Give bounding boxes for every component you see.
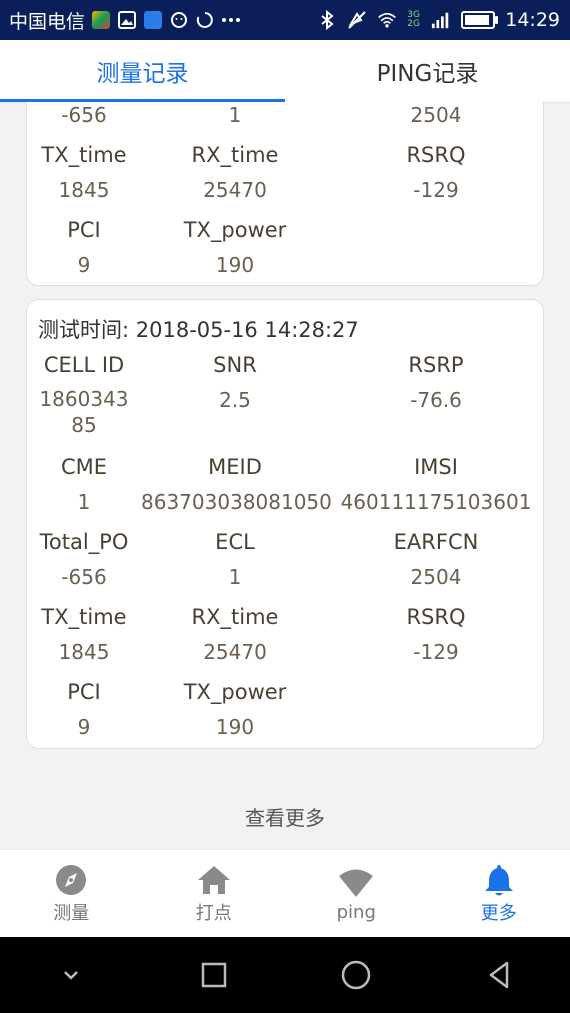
cme-value: 1 <box>77 490 91 514</box>
network-type: 3G 2G <box>407 10 420 29</box>
snr-value: 2.5 <box>219 388 251 412</box>
notification-icon <box>143 10 163 30</box>
rsrp-value: -76.6 <box>410 388 462 412</box>
nav-measure-label: 测量 <box>53 903 90 924</box>
tab-bar: 测量记录 PING记录 <box>0 40 570 103</box>
pci-value: 9 <box>77 715 91 739</box>
cell-id-value: 186034385 <box>39 387 129 437</box>
rsrq-value: -129 <box>413 178 459 202</box>
record-card: -656 1 2504 TX_time RX_time RSRQ 1845 25… <box>26 102 544 286</box>
signal-icon <box>431 10 451 30</box>
back-icon[interactable] <box>483 959 515 991</box>
snr-label: SNR <box>213 353 257 377</box>
battery-icon <box>461 11 499 29</box>
tx-time-label: TX_time <box>41 605 127 629</box>
chevron-down-icon[interactable] <box>55 959 87 991</box>
nav-more-label: 更多 <box>480 903 517 924</box>
total-po-label: Total_PO <box>39 530 129 554</box>
nav-ping-label: ping <box>336 901 376 923</box>
cme-label: CME <box>60 455 108 479</box>
system-nav-bar <box>0 937 570 1013</box>
clock: 14:29 <box>505 9 560 31</box>
tx-time-value: 1845 <box>58 640 110 664</box>
tab-ping-records[interactable]: PING记录 <box>285 40 570 102</box>
pci-label: PCI <box>67 680 101 704</box>
imsi-label: IMSI <box>414 455 458 479</box>
records-list[interactable]: -656 1 2504 TX_time RX_time RSRQ 1845 25… <box>0 102 570 849</box>
status-bar: 中国电信 3G 2G 14:29 <box>0 0 570 40</box>
app-icon <box>91 10 111 30</box>
view-more-link[interactable]: 查看更多 <box>0 802 570 831</box>
loading-icon <box>195 10 215 30</box>
cell-id-label: CELL ID <box>43 353 125 377</box>
earfcn-value: 2504 <box>410 565 462 589</box>
pci-label: PCI <box>67 218 101 242</box>
wifi-icon <box>339 869 374 897</box>
rx-time-label: RX_time <box>191 143 279 167</box>
image-icon <box>117 10 137 30</box>
carrier-label: 中国电信 <box>9 10 86 33</box>
home-icon <box>197 866 230 894</box>
more-dots <box>221 10 241 30</box>
home-circle-icon[interactable] <box>340 959 372 991</box>
nav-checkin-label: 打点 <box>195 903 232 924</box>
earfcn-value: 2504 <box>410 103 462 127</box>
tx-power-value: 190 <box>215 253 255 277</box>
rx-time-label: RX_time <box>191 605 279 629</box>
nav-more[interactable]: 更多 <box>428 850 570 938</box>
tx-time-value: 1845 <box>58 178 110 202</box>
nav-ping[interactable]: ping <box>285 850 428 938</box>
rx-time-value: 25470 <box>203 178 267 202</box>
earfcn-label: EARFCN <box>393 530 479 554</box>
meid-label: MEID <box>208 455 262 479</box>
ecl-value: 1 <box>228 103 242 127</box>
rsrq-value: -129 <box>413 640 459 664</box>
meid-value: 863703038081050 <box>141 490 332 514</box>
bluetooth-icon <box>317 10 337 30</box>
tab-measurement-records[interactable]: 测量记录 <box>0 40 285 102</box>
compass-icon <box>56 865 87 895</box>
pci-value: 9 <box>77 253 91 277</box>
total-po-value: -656 <box>61 103 107 127</box>
nav-measure[interactable]: 测量 <box>0 850 143 938</box>
tx-time-label: TX_time <box>41 143 127 167</box>
rx-time-value: 25470 <box>203 640 267 664</box>
rsrq-label: RSRQ <box>406 605 466 629</box>
ecl-label: ECL <box>215 530 255 554</box>
rsrp-label: RSRP <box>408 353 464 377</box>
mute-icon <box>347 10 367 30</box>
imsi-value: 460111175103601 <box>340 490 532 514</box>
tx-power-label: TX_power <box>183 680 287 704</box>
record-card: 测试时间: 2018-05-16 14:28:27 CELL ID SNR RS… <box>26 299 544 749</box>
wifi-icon <box>377 10 397 30</box>
test-time: 测试时间: 2018-05-16 14:28:27 <box>38 318 359 342</box>
total-po-value: -656 <box>61 565 107 589</box>
recents-icon[interactable] <box>198 959 230 991</box>
tx-power-value: 190 <box>215 715 255 739</box>
tx-power-label: TX_power <box>183 218 287 242</box>
face-icon <box>169 10 189 30</box>
bell-icon <box>484 865 513 896</box>
ecl-value: 1 <box>228 565 242 589</box>
nav-checkin[interactable]: 打点 <box>143 850 286 938</box>
bottom-nav: 测量 打点 ping 更多 <box>0 849 570 938</box>
rsrq-label: RSRQ <box>406 143 466 167</box>
